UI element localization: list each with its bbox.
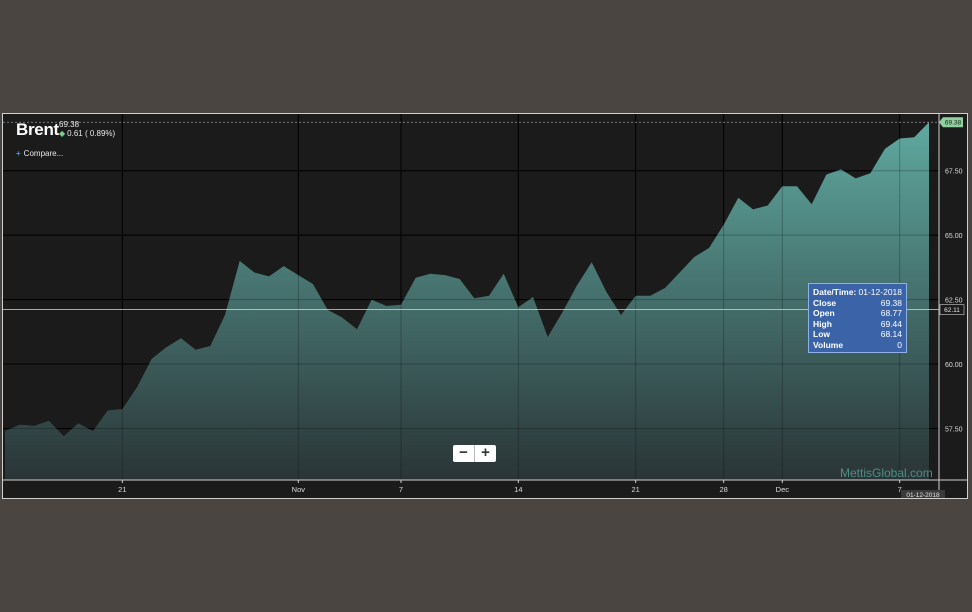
watermark: MettisGlobal.com (840, 466, 933, 480)
up-arrow-icon: ◆ (59, 129, 66, 138)
area-series (5, 122, 929, 480)
x-tick-label: Nov (292, 485, 306, 494)
price-change-text: 0.61 ( 0.89%) (67, 129, 116, 138)
zoom-out-button[interactable]: − (453, 445, 475, 462)
compare-label: Compare... (23, 149, 64, 158)
tooltip-value: 69.38 (880, 297, 902, 308)
tooltip-key: Open (813, 308, 835, 318)
tooltip-key: Volume (813, 339, 844, 350)
x-tick-label: 21 (118, 485, 126, 494)
price-change: ◆ 0.61 ( 0.89%) (59, 129, 115, 138)
y-tick-label: 57.50 (945, 426, 963, 433)
tooltip-key: High (813, 318, 832, 329)
tooltip-key: Date/Time: (813, 287, 857, 297)
chart-panel[interactable]: 57.50 60.00 62.50 65.00 67.50 21 Nov 7 14 21 28 Dec… (2, 113, 968, 499)
tooltip-row: Volume 0 (813, 340, 902, 351)
compare-button[interactable]: + Compare... (16, 149, 63, 158)
y-tick-label: 62.50 (945, 298, 963, 305)
x-tick-label: 7 (399, 485, 403, 494)
y-tick-label: 65.00 (945, 233, 963, 240)
tooltip-row: High 69.44 (813, 319, 902, 330)
tooltip-value: 0 (897, 339, 902, 350)
tooltip-value: 69.44 (880, 318, 902, 329)
tooltip-value: 01-12-2018 (858, 287, 902, 297)
y-tick-label: 60.00 (945, 362, 963, 369)
tooltip-row: Close 69.38 (813, 298, 902, 309)
x-tick-label: 21 (631, 485, 639, 494)
tooltip-key: Low (813, 329, 830, 339)
tooltip-row: Date/Time: 01-12-2018 (813, 287, 902, 298)
data-tooltip: Date/Time: 01-12-2018 Close 69.38 Open 68.77 H… (808, 283, 907, 353)
crosshair-value-label: 62.11 (944, 307, 960, 314)
tooltip-value: 68.14 (880, 329, 902, 339)
tooltip-value: 68.77 (880, 308, 902, 318)
tooltip-key: Close (813, 297, 837, 308)
zoom-in-button[interactable]: + (475, 445, 496, 462)
zoom-control: − + (453, 445, 496, 462)
tooltip-row: Open 68.77 (813, 308, 902, 319)
x-tick-label: Dec (776, 485, 790, 494)
instrument-title: Brent (16, 120, 59, 139)
plus-icon: + (16, 149, 21, 158)
x-tick-label: 28 (719, 485, 727, 494)
last-price-badge-label: 69.38 (945, 120, 962, 127)
tooltip-row: Low 68.14 (813, 329, 902, 340)
y-tick-label: 67.50 (945, 169, 963, 176)
x-tick-label: 14 (514, 485, 522, 494)
cursor-date-label: 01-12-2018 (906, 492, 940, 498)
last-price: 69.38 (59, 120, 80, 129)
